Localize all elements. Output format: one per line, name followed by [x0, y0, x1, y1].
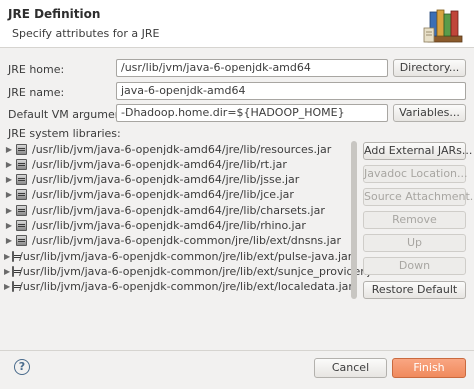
library-path: /usr/lib/jvm/java-6-openjdk-amd64/jre/li… [32, 188, 294, 201]
expand-arrow-icon[interactable]: ▶ [4, 252, 10, 261]
library-path: /usr/lib/jvm/java-6-openjdk-amd64/jre/li… [32, 143, 332, 156]
jre-name-label: JRE name: [8, 86, 65, 99]
scrollbar-thumb[interactable] [351, 141, 357, 299]
jar-file-icon [16, 220, 27, 231]
cancel-button[interactable]: Cancel [314, 358, 387, 378]
library-path: /usr/lib/jvm/java-6-openjdk-amd64/jre/li… [32, 173, 300, 186]
up-button[interactable]: Up [363, 234, 466, 252]
library-path: /usr/lib/jvm/java-6-openjdk-common/jre/l… [19, 250, 353, 263]
jre-home-input[interactable]: /usr/lib/jvm/java-6-openjdk-amd64 [116, 59, 388, 77]
jre-name-input[interactable]: java-6-openjdk-amd64 [116, 82, 466, 100]
footer-divider [0, 350, 474, 351]
library-path: /usr/lib/jvm/java-6-openjdk-amd64/jre/li… [32, 158, 287, 171]
expand-arrow-icon[interactable]: ▶ [4, 221, 14, 230]
libraries-scrollbar[interactable] [350, 141, 358, 299]
help-icon[interactable]: ? [14, 359, 30, 375]
library-path: /usr/lib/jvm/java-6-openjdk-common/jre/l… [32, 234, 341, 247]
jar-file-icon [16, 159, 27, 170]
library-row[interactable]: ▶ /usr/lib/jvm/java-6-openjdk-amd64/jre/… [4, 157, 344, 172]
library-path: /usr/lib/jvm/java-6-openjdk-common/jre/l… [19, 265, 382, 278]
jar-file-icon [16, 205, 27, 216]
library-books-icon [423, 9, 463, 43]
jar-file-icon [16, 144, 27, 155]
expand-arrow-icon[interactable]: ▶ [4, 160, 14, 169]
dialog-subtitle: Specify attributes for a JRE [12, 27, 160, 40]
expand-arrow-icon[interactable]: ▶ [4, 190, 14, 199]
down-button[interactable]: Down [363, 257, 466, 275]
restore-default-button[interactable]: Restore Default [363, 281, 466, 299]
jar-file-icon [12, 266, 22, 277]
directory-button[interactable]: Directory... [393, 59, 466, 77]
remove-button[interactable]: Remove [363, 211, 466, 229]
variables-button[interactable]: Variables... [393, 104, 466, 122]
library-row[interactable]: ▶ /usr/lib/jvm/java-6-openjdk-amd64/jre/… [4, 218, 344, 233]
library-row[interactable]: ▶ /usr/lib/jvm/java-6-openjdk-amd64/jre/… [4, 187, 344, 202]
expand-arrow-icon[interactable]: ▶ [4, 267, 10, 276]
expand-arrow-icon[interactable]: ▶ [4, 145, 14, 154]
library-row[interactable]: ▶ /usr/lib/jvm/java-6-openjdk-common/jre… [4, 249, 352, 264]
dialog-header: JRE Definition Specify attributes for a … [0, 0, 474, 48]
library-row[interactable]: ▶ /usr/lib/jvm/java-6-openjdk-amd64/jre/… [4, 172, 344, 187]
finish-button[interactable]: Finish [392, 358, 466, 378]
expand-arrow-icon[interactable]: ▶ [4, 175, 14, 184]
library-row[interactable]: ▶ /usr/lib/jvm/java-6-openjdk-common/jre… [4, 264, 382, 279]
library-row[interactable]: ▶ /usr/lib/jvm/java-6-openjdk-amd64/jre/… [4, 142, 344, 157]
dialog-title: JRE Definition [8, 7, 101, 21]
library-path: /usr/lib/jvm/java-6-openjdk-common/jre/l… [19, 280, 353, 293]
jar-file-icon [16, 189, 27, 200]
jre-home-label: JRE home: [8, 63, 65, 76]
library-path: /usr/lib/jvm/java-6-openjdk-amd64/jre/li… [32, 219, 306, 232]
system-libraries-list[interactable]: ▶ /usr/lib/jvm/java-6-openjdk-amd64/jre/… [4, 139, 382, 301]
expand-arrow-icon[interactable]: ▶ [4, 206, 14, 215]
jar-file-icon [12, 281, 22, 292]
expand-arrow-icon[interactable]: ▶ [4, 236, 14, 245]
library-path: /usr/lib/jvm/java-6-openjdk-amd64/jre/li… [32, 204, 325, 217]
library-row[interactable]: ▶ /usr/lib/jvm/java-6-openjdk-common/jre… [4, 279, 353, 294]
javadoc-location-button[interactable]: Javadoc Location... [363, 165, 468, 183]
jar-file-icon [12, 251, 22, 262]
add-external-jars-button[interactable]: Add External JARs... [363, 142, 472, 160]
library-row[interactable]: ▶ /usr/lib/jvm/java-6-openjdk-amd64/jre/… [4, 203, 344, 218]
expand-arrow-icon[interactable]: ▶ [4, 282, 10, 291]
library-row[interactable]: ▶ /usr/lib/jvm/java-6-openjdk-common/jre… [4, 233, 344, 248]
vm-arguments-input[interactable]: -Dhadoop.home.dir=${HADOOP_HOME} [116, 104, 388, 122]
jar-file-icon [16, 174, 27, 185]
jar-file-icon [16, 235, 27, 246]
source-attachment-button[interactable]: Source Attachment... [363, 188, 474, 206]
